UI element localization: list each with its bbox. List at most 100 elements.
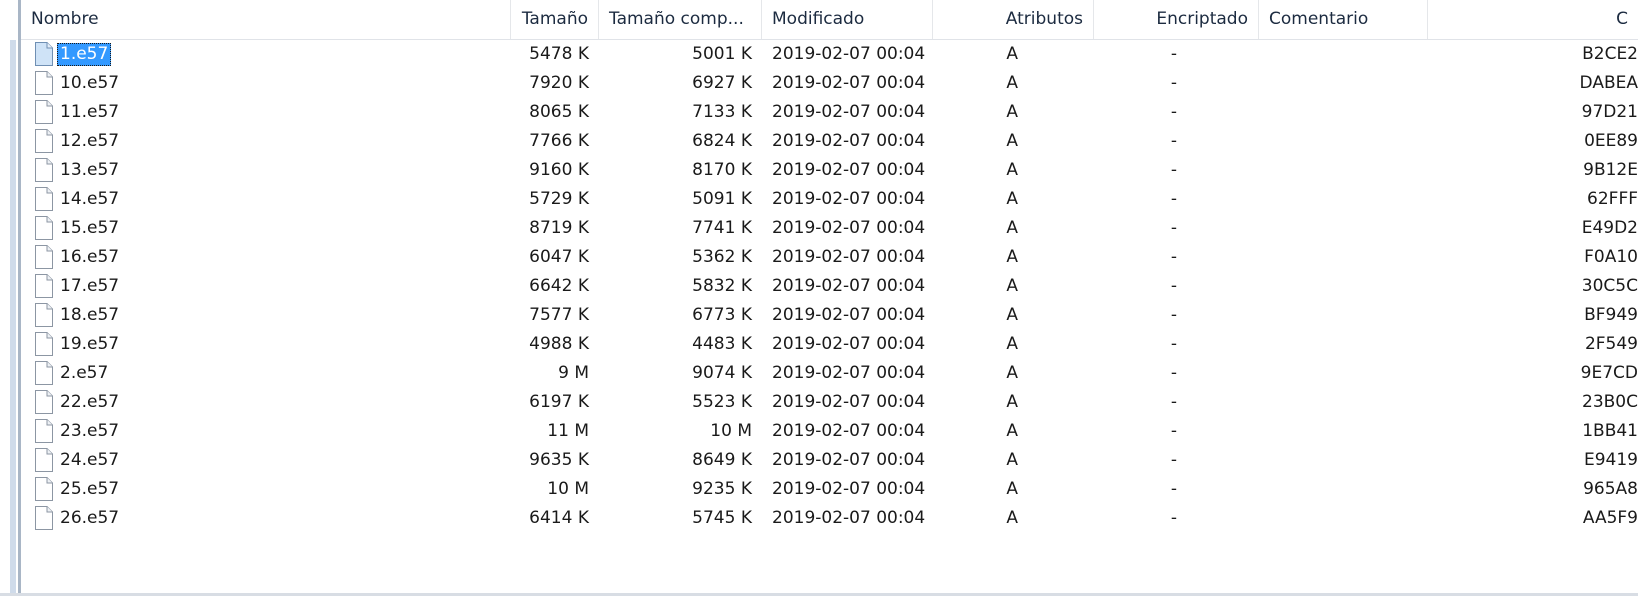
file-size: 7577 K bbox=[529, 305, 589, 325]
column-header-comment[interactable]: Comentario bbox=[1259, 0, 1428, 39]
file-comment bbox=[1259, 330, 1428, 359]
file-comment bbox=[1259, 388, 1428, 417]
file-modified: 2019-02-07 00:04 bbox=[772, 218, 926, 238]
column-header-size[interactable]: Tamaño bbox=[511, 0, 599, 39]
file-name[interactable]: 23.e57 bbox=[57, 420, 122, 443]
file-comment bbox=[1259, 417, 1428, 446]
table-row[interactable]: 10.e57 7920 K 6927 K 2019-02-07 00:04 A - DABE… bbox=[21, 69, 1638, 98]
file-name[interactable]: 15.e57 bbox=[57, 217, 122, 240]
file-modified: 2019-02-07 00:04 bbox=[772, 421, 926, 441]
file-packed-size: 7133 K bbox=[692, 102, 752, 122]
file-name[interactable]: 26.e57 bbox=[57, 507, 122, 530]
file-crc: B2CE2 bbox=[1582, 44, 1638, 64]
file-name[interactable]: 19.e57 bbox=[57, 333, 122, 356]
file-comment bbox=[1259, 475, 1428, 504]
file-attributes: A bbox=[1006, 189, 1018, 209]
file-name[interactable]: 25.e57 bbox=[57, 478, 122, 501]
column-header-attributes[interactable]: Atributos bbox=[933, 0, 1094, 39]
file-encrypted: - bbox=[1170, 247, 1177, 267]
file-icon bbox=[35, 332, 53, 356]
table-row[interactable]: 13.e57 9160 K 8170 K 2019-02-07 00:04 A - 9B12… bbox=[21, 156, 1638, 185]
file-name[interactable]: 10.e57 bbox=[57, 72, 122, 95]
file-packed-size: 9235 K bbox=[692, 479, 752, 499]
file-size: 10 M bbox=[547, 479, 589, 499]
file-modified: 2019-02-07 00:04 bbox=[772, 102, 926, 122]
table-row[interactable]: 11.e57 8065 K 7133 K 2019-02-07 00:04 A - 97D2… bbox=[21, 98, 1638, 127]
file-comment bbox=[1259, 243, 1428, 272]
file-encrypted: - bbox=[1170, 305, 1177, 325]
file-modified: 2019-02-07 00:04 bbox=[772, 44, 926, 64]
table-row[interactable]: 24.e57 9635 K 8649 K 2019-02-07 00:04 A - E941… bbox=[21, 446, 1638, 475]
file-name[interactable]: 12.e57 bbox=[57, 130, 122, 153]
file-attributes: A bbox=[1006, 363, 1018, 383]
table-row[interactable]: 25.e57 10 M 9235 K 2019-02-07 00:04 A - 965A8 bbox=[21, 475, 1638, 504]
file-icon bbox=[35, 390, 53, 414]
file-packed-size: 5362 K bbox=[692, 247, 752, 267]
column-header-packed-size[interactable]: Tamaño comp... bbox=[599, 0, 762, 39]
file-crc: 62FFF bbox=[1587, 189, 1638, 209]
table-row[interactable]: 17.e57 6642 K 5832 K 2019-02-07 00:04 A - 30C5… bbox=[21, 272, 1638, 301]
column-header-crc[interactable]: C bbox=[1428, 0, 1638, 39]
file-modified: 2019-02-07 00:04 bbox=[772, 479, 926, 499]
file-name[interactable]: 16.e57 bbox=[57, 246, 122, 269]
file-packed-size: 8649 K bbox=[692, 450, 752, 470]
file-comment bbox=[1259, 98, 1428, 127]
file-attributes: A bbox=[1006, 44, 1018, 64]
file-size: 7766 K bbox=[529, 131, 589, 151]
file-icon bbox=[35, 42, 53, 66]
column-header-modified[interactable]: Modificado bbox=[762, 0, 933, 39]
file-size: 7920 K bbox=[529, 73, 589, 93]
file-crc: E49D2 bbox=[1581, 218, 1638, 238]
file-name[interactable]: 13.e57 bbox=[57, 159, 122, 182]
file-size: 6047 K bbox=[529, 247, 589, 267]
table-row[interactable]: 14.e57 5729 K 5091 K 2019-02-07 00:04 A - 62FF… bbox=[21, 185, 1638, 214]
table-row[interactable]: 15.e57 8719 K 7741 K 2019-02-07 00:04 A - E49D… bbox=[21, 214, 1638, 243]
table-row[interactable]: 19.e57 4988 K 4483 K 2019-02-07 00:04 A - 2F54… bbox=[21, 330, 1638, 359]
file-icon bbox=[35, 361, 53, 385]
file-modified: 2019-02-07 00:04 bbox=[772, 450, 926, 470]
file-attributes: A bbox=[1006, 102, 1018, 122]
file-name[interactable]: 18.e57 bbox=[57, 304, 122, 327]
table-row[interactable]: 26.e57 6414 K 5745 K 2019-02-07 00:04 A - AA5F… bbox=[21, 504, 1638, 533]
file-crc: F0A10 bbox=[1584, 247, 1638, 267]
table-row[interactable]: 23.e57 11 M 10 M 2019-02-07 00:04 A - 1BB41 bbox=[21, 417, 1638, 446]
file-name[interactable]: 14.e57 bbox=[57, 188, 122, 211]
file-size: 9 M bbox=[558, 363, 589, 383]
file-icon bbox=[35, 448, 53, 472]
file-packed-size: 8170 K bbox=[692, 160, 752, 180]
file-name[interactable]: 11.e57 bbox=[57, 101, 122, 124]
file-encrypted: - bbox=[1170, 334, 1177, 354]
file-attributes: A bbox=[1006, 305, 1018, 325]
file-modified: 2019-02-07 00:04 bbox=[772, 160, 926, 180]
file-list[interactable]: Nombre Tamaño Tamaño comp... Modificado … bbox=[21, 0, 1638, 596]
file-size: 9635 K bbox=[529, 450, 589, 470]
table-row[interactable]: 12.e57 7766 K 6824 K 2019-02-07 00:04 A - 0EE8… bbox=[21, 127, 1638, 156]
table-row[interactable]: 18.e57 7577 K 6773 K 2019-02-07 00:04 A - BF94… bbox=[21, 301, 1638, 330]
file-packed-size: 5745 K bbox=[692, 508, 752, 528]
file-size: 5729 K bbox=[529, 189, 589, 209]
file-modified: 2019-02-07 00:04 bbox=[772, 334, 926, 354]
table-row[interactable]: 22.e57 6197 K 5523 K 2019-02-07 00:04 A - 23B0… bbox=[21, 388, 1638, 417]
file-name[interactable]: 22.e57 bbox=[57, 391, 122, 414]
file-crc: 1BB41 bbox=[1582, 421, 1638, 441]
table-row[interactable]: 1.e57 5478 K 5001 K 2019-02-07 00:04 A - B2CE2 bbox=[21, 40, 1638, 69]
file-icon bbox=[35, 216, 53, 240]
file-icon bbox=[35, 506, 53, 530]
file-crc: 9B12E bbox=[1583, 160, 1638, 180]
file-icon bbox=[35, 274, 53, 298]
file-size: 8719 K bbox=[529, 218, 589, 238]
file-comment bbox=[1259, 359, 1428, 388]
file-packed-size: 9074 K bbox=[692, 363, 752, 383]
navigation-pane-edge bbox=[0, 0, 21, 596]
file-name[interactable]: 24.e57 bbox=[57, 449, 122, 472]
file-name[interactable]: 17.e57 bbox=[57, 275, 122, 298]
file-name[interactable]: 2.e57 bbox=[57, 362, 111, 385]
table-row[interactable]: 16.e57 6047 K 5362 K 2019-02-07 00:04 A - F0A1… bbox=[21, 243, 1638, 272]
file-name[interactable]: 1.e57 bbox=[57, 43, 112, 66]
file-attributes: A bbox=[1006, 421, 1018, 441]
file-modified: 2019-02-07 00:04 bbox=[772, 73, 926, 93]
table-row[interactable]: 2.e57 9 M 9074 K 2019-02-07 00:04 A - 9E7CD bbox=[21, 359, 1638, 388]
file-modified: 2019-02-07 00:04 bbox=[772, 363, 926, 383]
column-header-encrypted[interactable]: Encriptado bbox=[1094, 0, 1259, 39]
column-header-name[interactable]: Nombre bbox=[21, 0, 511, 39]
